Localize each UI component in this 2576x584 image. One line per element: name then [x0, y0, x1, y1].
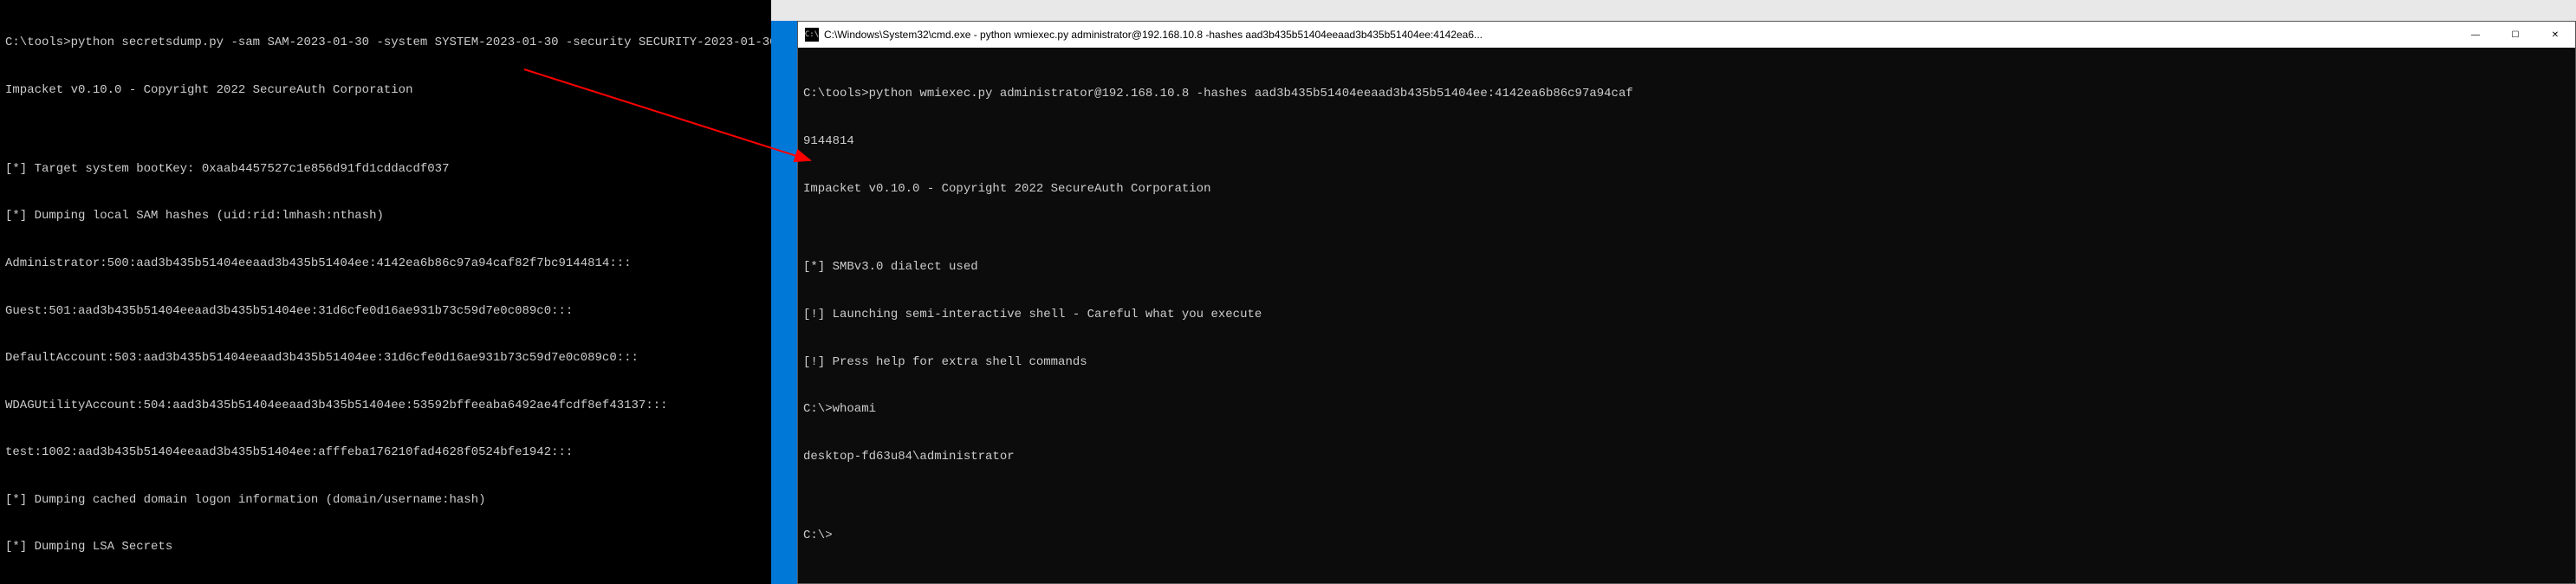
cmd-window: C:\ C:\Windows\System32\cmd.exe - python… [797, 21, 2576, 584]
terminal-line: 9144814 [803, 133, 2570, 149]
cmd-icon: C:\ [805, 28, 819, 42]
terminal-line: desktop-fd63u84\administrator [803, 449, 2570, 464]
terminal-line: C:\>whoami [803, 401, 2570, 417]
terminal-line: [!] Press help for extra shell commands [803, 354, 2570, 370]
minimize-button[interactable]: — [2456, 22, 2495, 48]
maximize-button[interactable]: ☐ [2495, 22, 2535, 48]
terminal-line: [*] Target system bootKey: 0xaab4457527c… [5, 161, 766, 177]
terminal-line: Impacket v0.10.0 - Copyright 2022 Secure… [803, 181, 2570, 197]
terminal-line: test:1002:aad3b435b51404eeaad3b435b51404… [5, 444, 766, 460]
terminal-line: C:\tools>python wmiexec.py administrator… [803, 86, 2570, 101]
terminal-line: [*] SMBv3.0 dialect used [803, 259, 2570, 275]
terminal-line: Administrator:500:aad3b435b51404eeaad3b4… [5, 256, 766, 271]
terminal-line: C:\> [803, 528, 2570, 543]
terminal-line: [!] Launching semi-interactive shell - C… [803, 307, 2570, 322]
window-titlebar[interactable]: C:\ C:\Windows\System32\cmd.exe - python… [798, 22, 2575, 48]
terminal-line: [*] Dumping local SAM hashes (uid:rid:lm… [5, 208, 766, 224]
terminal-line: [*] Dumping LSA Secrets [5, 539, 766, 555]
close-button[interactable]: ✕ [2535, 22, 2575, 48]
terminal-line: Impacket v0.10.0 - Copyright 2022 Secure… [5, 82, 766, 98]
terminal-line: C:\tools>python secretsdump.py -sam SAM-… [5, 35, 766, 50]
window-controls: — ☐ ✕ [2456, 22, 2575, 48]
terminal-line: Guest:501:aad3b435b51404eeaad3b435b51404… [5, 303, 766, 319]
desktop-taskbar-strip [771, 0, 2576, 21]
terminal-line: [*] Dumping cached domain logon informat… [5, 492, 766, 508]
left-terminal[interactable]: C:\tools>python secretsdump.py -sam SAM-… [0, 0, 771, 584]
window-title: C:\Windows\System32\cmd.exe - python wmi… [824, 29, 2456, 41]
right-terminal[interactable]: C:\tools>python wmiexec.py administrator… [798, 48, 2575, 581]
terminal-line: WDAGUtilityAccount:504:aad3b435b51404eea… [5, 398, 766, 413]
terminal-line: DefaultAccount:503:aad3b435b51404eeaad3b… [5, 350, 766, 366]
